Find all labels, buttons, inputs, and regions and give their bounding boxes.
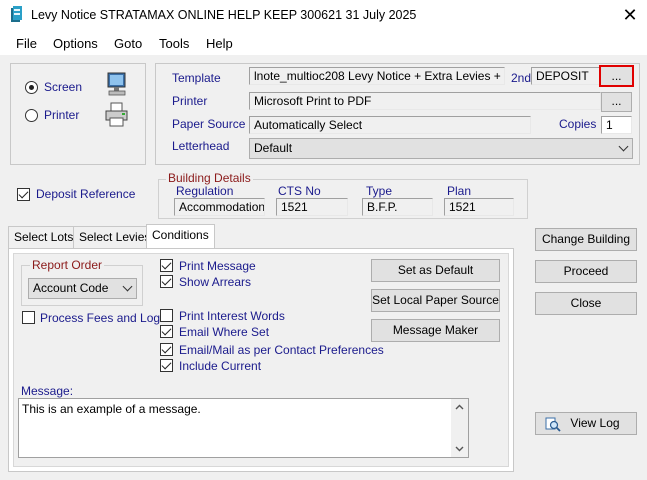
view-log-icon xyxy=(545,417,561,432)
plan-field: 1521 xyxy=(444,198,514,216)
type-field: B.F.P. xyxy=(362,198,433,216)
template-browse-button[interactable]: ... xyxy=(599,65,634,87)
type-label: Type xyxy=(366,184,393,198)
email-mail-preferences-checkbox[interactable] xyxy=(160,343,173,356)
set-as-default-button[interactable]: Set as Default xyxy=(371,259,500,282)
printer-radio[interactable] xyxy=(25,109,38,122)
menu-tools[interactable]: Tools xyxy=(159,36,189,51)
menu-options[interactable]: Options xyxy=(53,36,98,51)
close-button[interactable]: Close xyxy=(535,292,637,315)
menu-goto[interactable]: Goto xyxy=(114,36,142,51)
printer-label: Printer xyxy=(172,94,208,108)
template-label: Template xyxy=(172,71,221,85)
print-message-checkbox[interactable] xyxy=(160,259,173,272)
building-details-label: Building Details xyxy=(166,171,253,185)
view-log-label: View Log xyxy=(570,416,620,430)
screen-label: Screen xyxy=(44,80,83,94)
message-textarea[interactable]: This is an example of a message. xyxy=(18,398,469,458)
printer-browse-button[interactable]: ... xyxy=(601,92,632,112)
deposit-reference-label: Deposit Reference xyxy=(36,187,136,201)
deposit-reference-checkbox[interactable] xyxy=(17,188,30,201)
tab-select-levies[interactable]: Select Levies xyxy=(73,226,157,248)
printer-radio-label: Printer xyxy=(44,108,80,122)
letterhead-dropdown[interactable]: Default xyxy=(249,138,633,159)
show-arrears-label: Show Arrears xyxy=(179,275,252,289)
close-window-icon[interactable]: ✕ xyxy=(618,4,642,26)
menu-file[interactable]: File xyxy=(16,36,37,51)
app-icon xyxy=(9,6,25,24)
paper-source-label: Paper Source xyxy=(172,117,246,131)
show-arrears-checkbox[interactable] xyxy=(160,275,173,288)
process-fees-checkbox[interactable] xyxy=(22,311,35,324)
screen-radio[interactable] xyxy=(25,81,38,94)
scroll-up-icon xyxy=(455,404,464,410)
message-text: This is an example of a message. xyxy=(22,402,201,416)
menu-help[interactable]: Help xyxy=(206,36,233,51)
email-mail-preferences-label: Email/Mail as per Contact Preferences xyxy=(179,343,384,357)
chevron-down-icon xyxy=(618,141,629,152)
include-current-checkbox[interactable] xyxy=(160,359,173,372)
cts-label: CTS No xyxy=(278,184,321,198)
proceed-button[interactable]: Proceed xyxy=(535,260,637,283)
print-message-label: Print Message xyxy=(179,259,256,273)
template-field[interactable]: lnote_multioc208 Levy Notice + Extra Lev… xyxy=(249,67,505,85)
cts-field: 1521 xyxy=(276,198,348,216)
print-interest-words-checkbox[interactable] xyxy=(160,309,173,322)
plan-label: Plan xyxy=(447,184,472,198)
copies-field[interactable]: 1 xyxy=(601,116,632,134)
second-template-field[interactable]: DEPOSIT xyxy=(531,67,601,85)
email-where-set-checkbox[interactable] xyxy=(160,325,173,338)
chevron-down-icon xyxy=(122,281,133,292)
tab-conditions[interactable]: Conditions xyxy=(146,224,215,249)
process-fees-label: Process Fees and Log xyxy=(40,311,161,325)
letterhead-value: Default xyxy=(254,141,293,155)
scroll-down-icon xyxy=(455,446,464,452)
regulation-field: Accommodation xyxy=(174,198,265,216)
window-title: Levy Notice STRATAMAX ONLINE HELP KEEP 3… xyxy=(31,8,417,22)
copies-label: Copies xyxy=(559,117,597,131)
set-local-paper-source-button[interactable]: Set Local Paper Source xyxy=(371,289,500,312)
print-interest-words-label: Print Interest Words xyxy=(179,309,285,323)
printer-field[interactable]: Microsoft Print to PDF xyxy=(249,92,601,110)
monitor-icon xyxy=(105,72,129,101)
report-order-value: Account Code xyxy=(33,281,109,295)
change-building-button[interactable]: Change Building xyxy=(535,228,637,251)
tab-select-lots[interactable]: Select Lots xyxy=(8,226,80,248)
email-where-set-label: Email Where Set xyxy=(179,325,270,339)
second-template-label: 2nd xyxy=(511,71,532,85)
regulation-label: Regulation xyxy=(176,184,234,198)
report-order-label: Report Order xyxy=(30,258,105,272)
message-maker-button[interactable]: Message Maker xyxy=(371,319,500,342)
include-current-label: Include Current xyxy=(179,359,262,373)
paper-source-field[interactable]: Automatically Select xyxy=(249,116,531,134)
view-log-button[interactable]: View Log xyxy=(535,412,637,435)
message-label: Message: xyxy=(21,384,74,398)
printer-icon xyxy=(104,102,130,131)
report-order-dropdown[interactable]: Account Code xyxy=(28,278,137,299)
message-scrollbar[interactable] xyxy=(451,399,468,457)
letterhead-label: Letterhead xyxy=(172,139,230,153)
